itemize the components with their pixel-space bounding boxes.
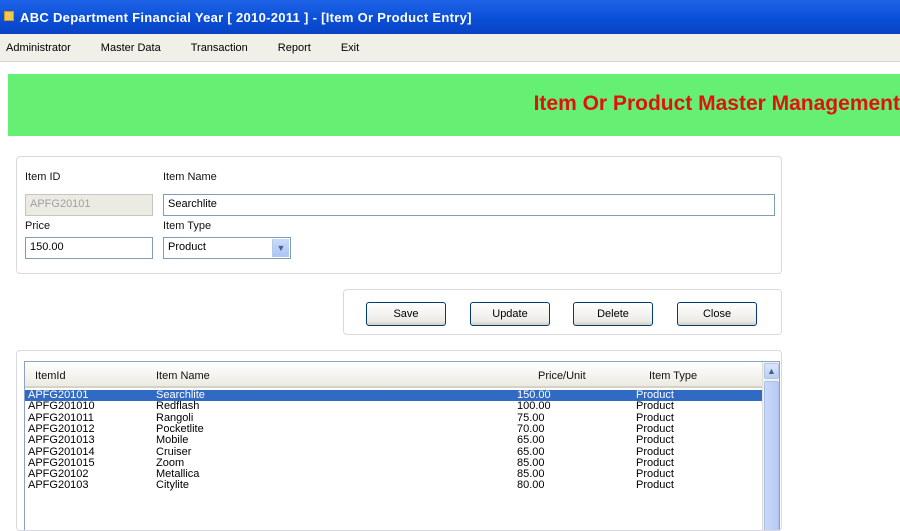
menu-transaction[interactable]: Transaction <box>191 42 248 54</box>
table-cell: Product <box>636 479 674 492</box>
header-banner: Item Or Product Master Management <box>8 74 900 136</box>
item-entry-form: Item ID APFG20101 Item Name Searchlite P… <box>16 156 782 274</box>
title-bar: ABC Department Financial Year [ 2010-201… <box>0 0 900 34</box>
item-name-label: Item Name <box>163 171 217 183</box>
table-cell: APFG20103 <box>28 479 89 492</box>
column-header-price[interactable]: Price/Unit <box>538 370 586 382</box>
item-type-label: Item Type <box>163 220 212 232</box>
table-row[interactable]: APFG201010 Redflash 100.00 Product <box>25 401 763 412</box>
table-cell: APFG201013 <box>28 434 95 447</box>
menu-bar: Administrator Master Data Transaction Re… <box>0 34 900 62</box>
page-title: Item Or Product Master Management <box>533 92 900 115</box>
items-grid-panel: ItemId Item Name Price/Unit Item Type AP… <box>16 350 782 531</box>
items-grid[interactable]: ItemId Item Name Price/Unit Item Type AP… <box>24 361 780 530</box>
table-row[interactable]: APFG20103 Citylite 80.00 Product <box>25 480 763 491</box>
app-icon <box>4 11 14 21</box>
chevron-down-icon[interactable]: ▼ <box>272 239 289 257</box>
window-title: ABC Department Financial Year [ 2010-201… <box>20 9 472 25</box>
item-type-value: Product <box>168 241 206 253</box>
column-header-itemid[interactable]: ItemId <box>35 370 66 382</box>
menu-report[interactable]: Report <box>278 42 311 54</box>
menu-master-data[interactable]: Master Data <box>101 42 161 54</box>
table-cell: 75.00 <box>517 411 545 424</box>
save-button[interactable]: Save <box>366 302 446 326</box>
table-cell: Rangoli <box>156 411 194 424</box>
table-cell: APFG201010 <box>28 400 95 413</box>
menu-administrator[interactable]: Administrator <box>6 42 71 54</box>
grid-header: ItemId Item Name Price/Unit Item Type <box>25 362 763 388</box>
table-cell: Mobile <box>156 434 189 447</box>
price-label: Price <box>25 220 51 232</box>
update-button[interactable]: Update <box>470 302 550 326</box>
table-cell: 65.00 <box>517 434 545 447</box>
table-cell: Redflash <box>156 400 200 413</box>
item-id-label: Item ID <box>25 171 61 183</box>
table-cell: Cruiser <box>156 445 192 458</box>
scroll-up-icon[interactable]: ▲ <box>764 363 779 379</box>
delete-button[interactable]: Delete <box>573 302 653 326</box>
item-type-select[interactable]: Product ▼ <box>163 237 291 259</box>
table-cell: APFG201014 <box>28 445 95 458</box>
column-header-item-name[interactable]: Item Name <box>156 370 210 382</box>
table-cell: Product <box>636 434 674 447</box>
column-header-item-type[interactable]: Item Type <box>649 370 697 382</box>
vertical-scrollbar[interactable]: ▲ <box>762 362 779 530</box>
table-cell: Product <box>636 445 674 458</box>
price-field[interactable]: 150.00 <box>25 237 153 259</box>
action-button-panel: Save Update Delete Close <box>343 289 782 335</box>
item-id-field: APFG20101 <box>25 194 153 216</box>
table-cell: 100.00 <box>517 400 551 413</box>
menu-exit[interactable]: Exit <box>341 42 359 54</box>
table-cell: Product <box>636 411 674 424</box>
scroll-thumb[interactable] <box>764 381 779 530</box>
table-cell: Product <box>636 400 674 413</box>
table-cell: 80.00 <box>517 479 545 492</box>
close-button[interactable]: Close <box>677 302 757 326</box>
table-row[interactable]: APFG201013 Mobile 65.00 Product <box>25 435 763 446</box>
item-name-field[interactable]: Searchlite <box>163 194 775 216</box>
table-cell: APFG201011 <box>28 411 94 424</box>
table-cell: Citylite <box>156 479 190 492</box>
table-cell: 65.00 <box>517 445 545 458</box>
